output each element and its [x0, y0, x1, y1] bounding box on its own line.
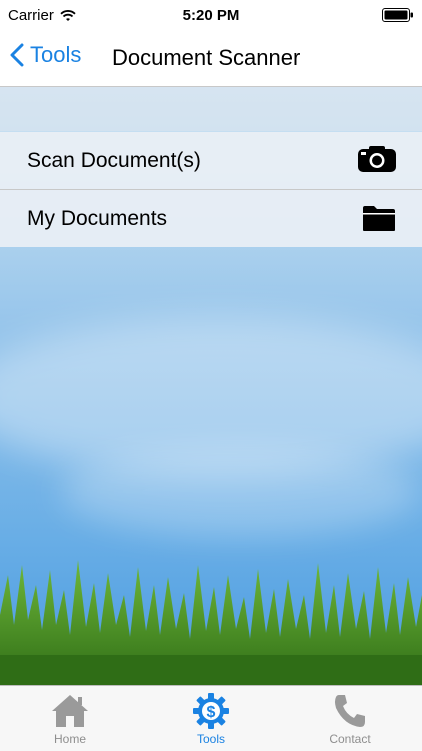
cloud	[60, 447, 420, 537]
tools-list: Scan Document(s) My Documents	[0, 132, 422, 247]
navigation-bar: Tools Document Scanner	[0, 30, 422, 87]
tab-contact-label: Contact	[329, 732, 371, 746]
tab-tools[interactable]: $ Tools	[161, 686, 261, 751]
grass	[0, 560, 422, 685]
list-item-scan-documents[interactable]: Scan Document(s)	[0, 132, 422, 189]
camera-icon	[358, 146, 396, 172]
tab-home-label: Home	[53, 732, 86, 746]
back-button-label: Tools	[30, 42, 82, 67]
back-button[interactable]: Tools	[10, 42, 81, 68]
tab-bar: Home $ Tools Contact	[0, 685, 422, 751]
status-bar: Carrier 5:20 PM	[0, 0, 422, 30]
tab-tools-label: Tools	[196, 732, 225, 746]
svg-text:$: $	[207, 704, 216, 721]
tab-home[interactable]: Home	[20, 686, 120, 751]
phone-icon	[335, 695, 365, 727]
gear-dollar-icon: $	[193, 693, 229, 729]
list-section-header	[0, 87, 422, 131]
list-item-label: My Documents	[27, 206, 168, 230]
tab-contact[interactable]: Contact	[300, 686, 400, 751]
list-item-my-documents[interactable]: My Documents	[0, 189, 422, 247]
home-icon	[52, 695, 88, 727]
folder-icon	[363, 206, 395, 231]
battery-icon	[382, 8, 413, 22]
page-title: Document Scanner	[112, 45, 301, 70]
status-time: 5:20 PM	[182, 7, 240, 24]
list-item-label: Scan Document(s)	[27, 148, 201, 172]
chevron-left-icon	[10, 43, 24, 67]
